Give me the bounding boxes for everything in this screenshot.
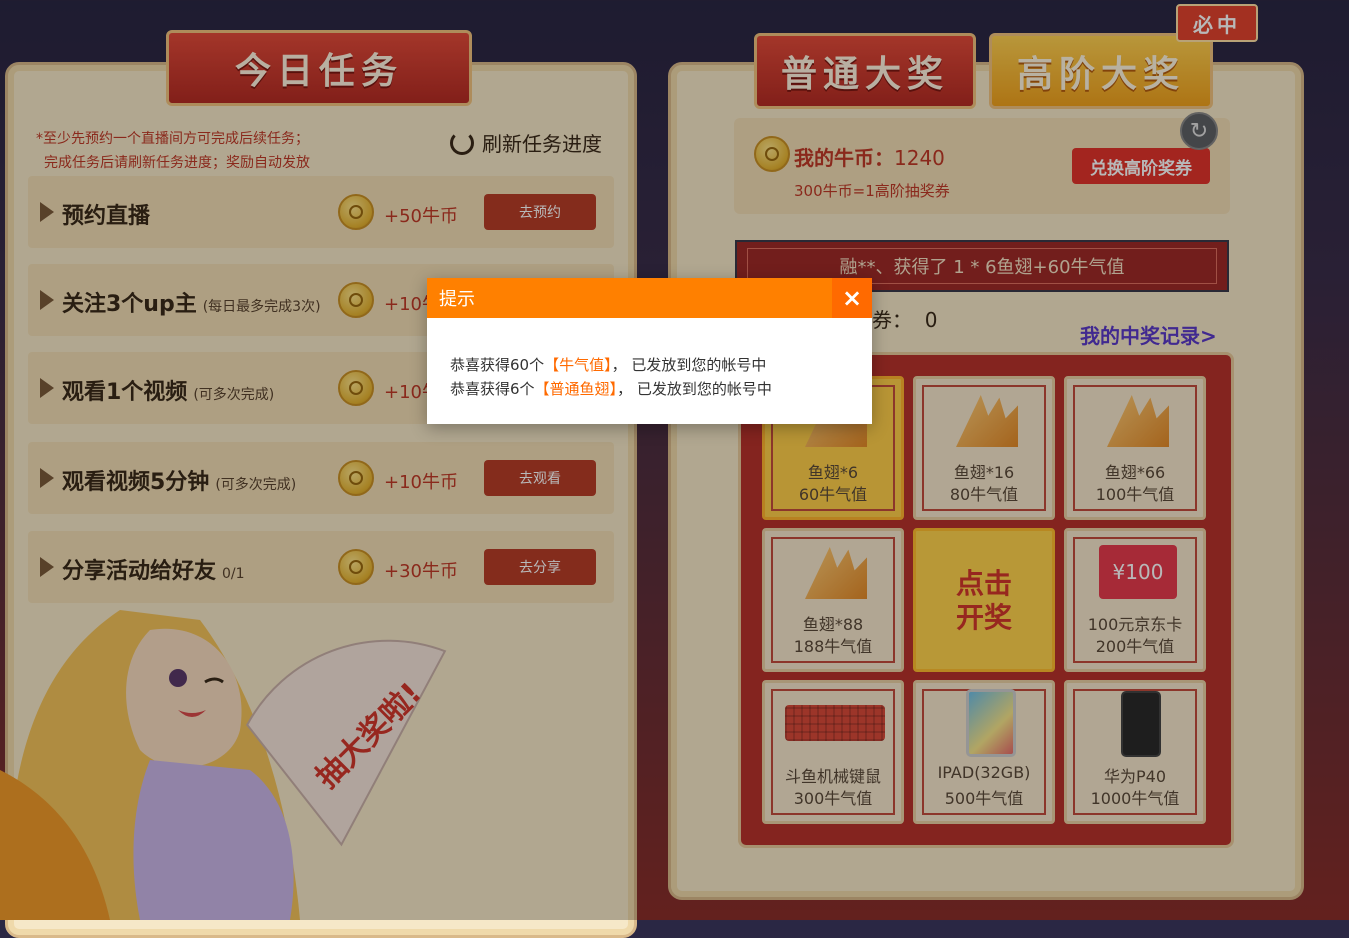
close-icon[interactable]: × <box>832 278 872 318</box>
modal-title: 提示 <box>427 278 872 318</box>
modal-overlay[interactable] <box>0 0 1349 920</box>
notice-modal: 提示 × 恭喜获得60个【牛气值】， 已发放到您的帐号中 恭喜获得6个【普通鱼翅… <box>427 278 872 424</box>
modal-message-1: 恭喜获得60个【牛气值】， 已发放到您的帐号中 <box>450 356 767 374</box>
modal-message-2: 恭喜获得6个【普通鱼翅】， 已发放到您的帐号中 <box>450 380 772 398</box>
